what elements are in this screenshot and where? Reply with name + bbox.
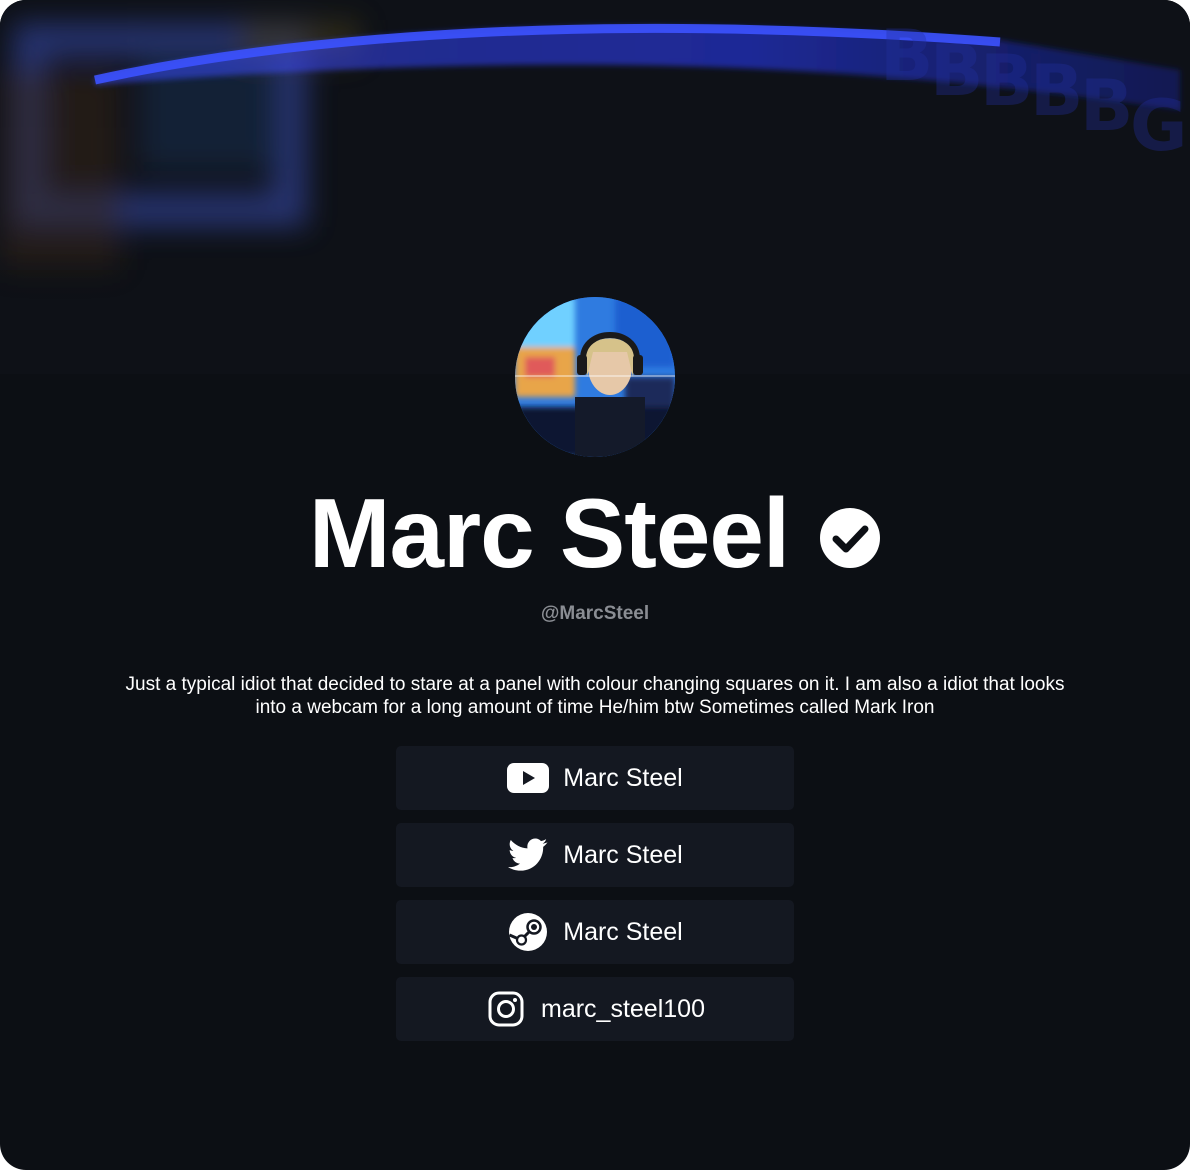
link-label: marc_steel100 [541,994,705,1023]
svg-text:B: B [980,40,1033,122]
name-row: Marc Steel [0,478,1190,588]
profile-name: Marc Steel [308,478,790,588]
svg-text:B: B [880,15,933,97]
youtube-icon [507,757,550,799]
svg-text:B: B [930,30,983,112]
profile-bio: Just a typical idiot that decided to sta… [125,674,1065,718]
twitter-icon [507,834,549,876]
link-label: Marc Steel [563,840,683,869]
avatar-photo [515,297,675,457]
link-youtube[interactable]: Marc Steel [396,746,794,810]
avatar [515,297,675,457]
link-twitter[interactable]: Marc Steel [396,823,794,887]
verified-check-icon [820,508,881,568]
instagram-icon [485,988,527,1030]
svg-text:G: G [1130,85,1187,167]
link-label: Marc Steel [563,763,683,792]
link-label: Marc Steel [563,917,683,946]
link-instagram[interactable]: marc_steel100 [396,977,794,1041]
profile-handle: @MarcSteel [540,603,650,624]
links-list: Marc Steel Marc Steel Marc Steel marc_st… [396,746,794,1054]
svg-text:B: B [1030,50,1083,132]
profile-card: B B B B B G Marc Steel @MarcSteel Just a… [0,0,1190,1170]
svg-text:B: B [1080,65,1133,147]
steam-icon [507,911,549,953]
link-steam[interactable]: Marc Steel [396,900,794,964]
